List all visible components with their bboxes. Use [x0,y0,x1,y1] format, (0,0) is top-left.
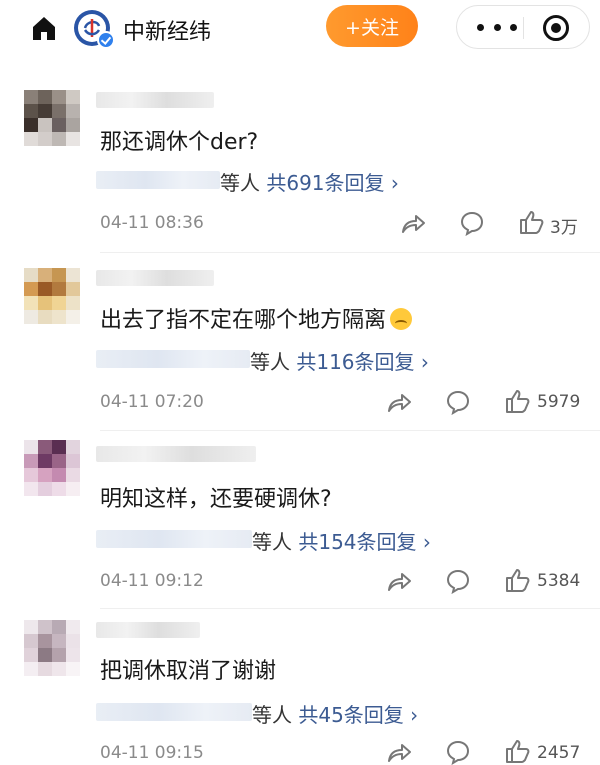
avatar[interactable] [24,620,80,676]
like-count: 5384 [537,571,581,591]
comment-icon[interactable] [445,389,471,415]
reply-summary[interactable]: 等人 共45条回复 › [96,699,436,727]
reply-count-link[interactable]: 共691条回复 › [266,171,399,195]
top-bar: 中新经纬 +关注 [0,0,600,58]
like-icon[interactable] [518,209,544,235]
reply-users-suffix: 等人 [252,703,292,727]
reply-users-suffix: 等人 [220,171,260,195]
username-blurred[interactable] [96,270,214,286]
comment-icon[interactable] [459,210,485,236]
reply-users-suffix: 等人 [250,350,290,374]
like-count: 3万 [550,218,578,238]
comment-time: 04-11 07:20 [100,392,204,412]
reply-users-suffix: 等人 [252,530,292,554]
mini-program-capsule [456,5,590,49]
comment-text: 那还调休个der? [100,130,259,155]
avatar[interactable] [24,90,80,146]
divider [100,608,600,609]
username-blurred[interactable] [96,446,256,462]
comment-text: 明知这样，还要硬调休? [100,487,332,512]
like-icon[interactable] [504,388,530,414]
comment-icon[interactable] [445,739,471,765]
username-blurred[interactable] [96,622,200,638]
divider [100,252,600,253]
comment-time: 04-11 08:36 [100,213,204,233]
share-icon[interactable] [386,568,412,594]
like-icon[interactable] [504,738,530,764]
like-count: 5979 [537,392,581,412]
share-icon[interactable] [386,739,412,765]
comment-time: 04-11 09:15 [100,743,204,763]
verified-badge-icon [97,31,115,49]
avatar[interactable] [24,440,80,496]
comment-text: 把调休取消了谢谢 [100,659,277,684]
like-count: 2457 [537,743,581,763]
username-blurred[interactable] [96,92,214,108]
reply-summary[interactable]: 等人 共691条回复 › [96,167,426,195]
avatar[interactable] [24,268,80,324]
reply-summary[interactable]: 等人 共154条回复 › [96,526,446,554]
comment-time: 04-11 09:12 [100,571,204,591]
share-icon[interactable] [386,389,412,415]
divider [100,430,600,431]
reply-count-link[interactable]: 共154条回复 › [298,530,431,554]
share-icon[interactable] [400,210,426,236]
comment-icon[interactable] [445,568,471,594]
like-icon[interactable] [504,567,530,593]
more-options-icon[interactable] [477,18,517,36]
reply-count-link[interactable]: 共45条回复 › [298,703,418,727]
comment-text: 出去了指不定在哪个地方隔离 [100,302,413,334]
close-mini-program-icon[interactable] [543,15,569,41]
reply-summary[interactable]: 等人 共116条回复 › [96,346,446,374]
sad-emoji-icon [390,308,413,330]
follow-button[interactable]: +关注 [326,5,418,47]
account-name[interactable]: 中新经纬 [123,14,211,46]
reply-count-link[interactable]: 共116条回复 › [296,350,429,374]
home-icon[interactable] [30,14,58,42]
